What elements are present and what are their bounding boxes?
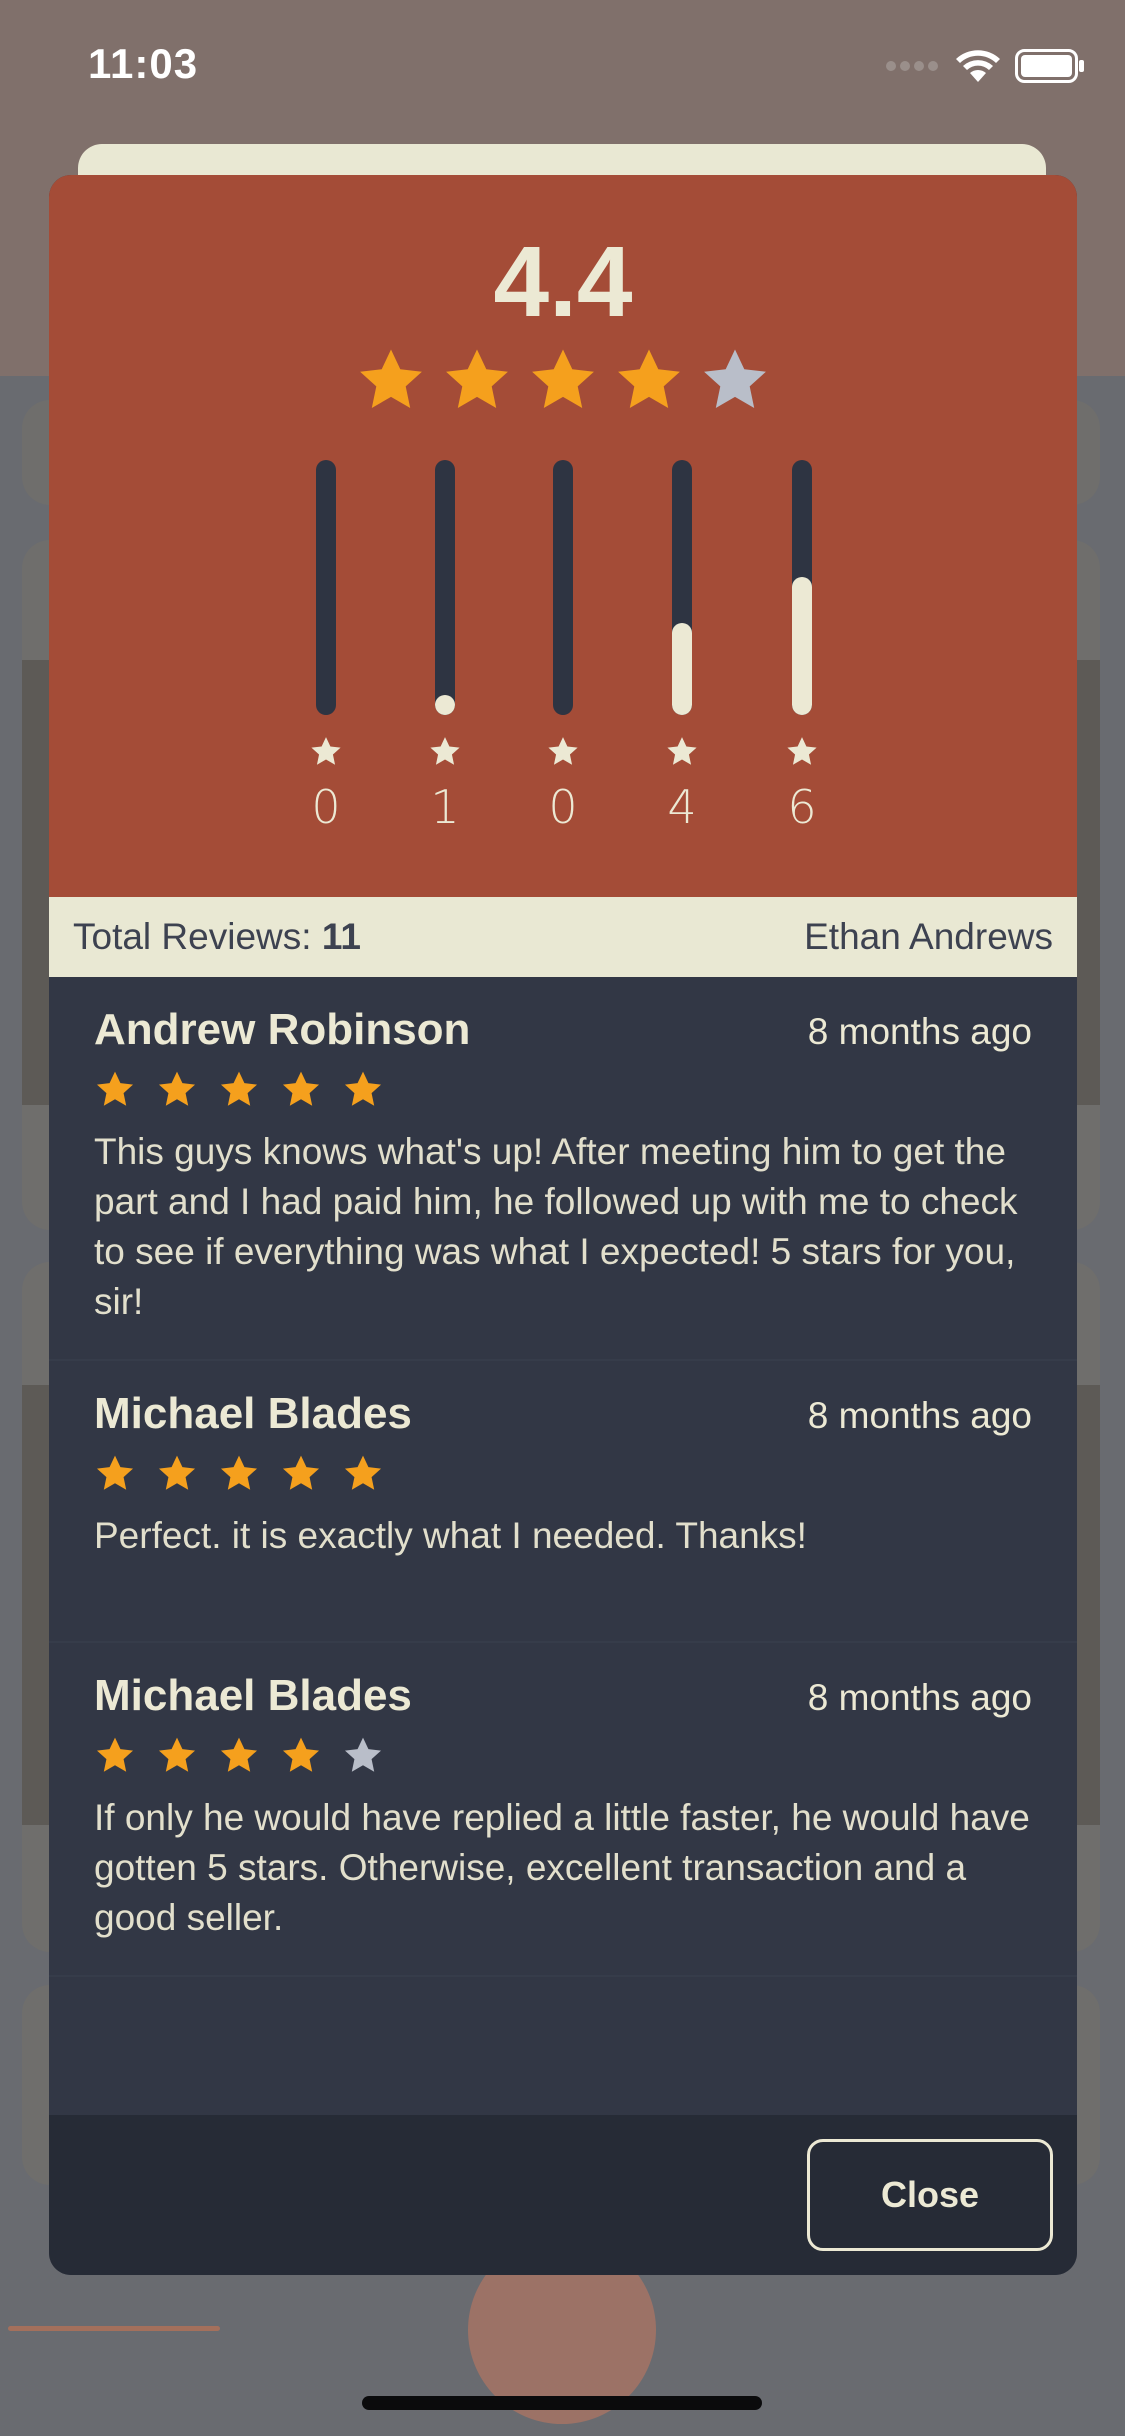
star-filled-icon xyxy=(282,1071,320,1106)
star-filled-icon xyxy=(220,1455,258,1490)
total-reviews-value: 11 xyxy=(321,916,361,957)
star-filled-icon xyxy=(532,349,594,408)
distribution-star xyxy=(546,735,580,773)
star-filled-icon xyxy=(282,1737,320,1772)
review-text: This guys knows what's up! After meeting… xyxy=(94,1131,1018,1322)
distribution-count: 0 xyxy=(311,780,341,834)
star-empty-icon xyxy=(344,1737,382,1772)
review-stars xyxy=(94,1069,1032,1111)
distribution-star xyxy=(665,735,699,773)
review-stars xyxy=(94,1735,1032,1777)
star-filled-icon xyxy=(446,349,508,408)
star-filled-icon xyxy=(96,1737,134,1772)
battery-icon xyxy=(1015,49,1084,83)
reviewer-name: Michael Blades xyxy=(94,1389,412,1438)
review-item: Michael Blades 8 months ago Perfect. it is… xyxy=(49,1361,1077,1643)
star-filled-icon xyxy=(360,349,422,408)
close-button[interactable]: Close xyxy=(807,2139,1053,2251)
background-tab-indicator xyxy=(8,2326,220,2331)
star-filled-icon xyxy=(96,1455,134,1490)
reviewer-name: Andrew Robinson xyxy=(94,1005,471,1054)
total-reviews: Total Reviews: 11 xyxy=(73,916,361,958)
distribution-count: 4 xyxy=(667,780,697,834)
review-list[interactable]: Andrew Robinson 8 months ago This guys kno… xyxy=(49,977,1077,2115)
average-stars xyxy=(49,345,1077,417)
star-filled-icon xyxy=(344,1071,382,1106)
star-filled-icon xyxy=(618,349,680,408)
review-time: 8 months ago xyxy=(807,1011,1032,1052)
seller-name: Ethan Andrews xyxy=(804,916,1053,957)
star-filled-icon xyxy=(220,1737,258,1772)
distribution-fill xyxy=(672,623,692,715)
star-filled-icon xyxy=(158,1455,196,1490)
review-item: Andrew Robinson 8 months ago This guys kno… xyxy=(49,977,1077,1361)
distribution-star xyxy=(309,735,343,773)
review-header: Michael Blades 8 months ago xyxy=(94,1389,1032,1439)
status-icons xyxy=(885,48,1085,84)
modal-footer: Close xyxy=(49,2115,1077,2275)
star-icon xyxy=(787,737,817,765)
review-stars xyxy=(94,1453,1032,1495)
review-header: Michael Blades 8 months ago xyxy=(94,1671,1032,1721)
cellular-signal-icon xyxy=(886,61,938,71)
star-filled-icon xyxy=(158,1737,196,1772)
distribution-fill xyxy=(792,577,812,715)
reviews-modal: 4.4 0 1 0 4 6 Total Reviews: 11 Ethan Andrew… xyxy=(49,175,1077,2275)
distribution-track xyxy=(792,460,812,715)
star-filled-icon xyxy=(282,1455,320,1490)
distribution-count: 0 xyxy=(548,780,578,834)
review-text: If only he would have replied a little f… xyxy=(94,1797,1030,1938)
star-filled-icon xyxy=(344,1455,382,1490)
star-filled-icon xyxy=(96,1071,134,1106)
distribution-track xyxy=(316,460,336,715)
distribution-star xyxy=(428,735,462,773)
review-item: Michael Blades 8 months ago If only he wou… xyxy=(49,1643,1077,1977)
star-icon xyxy=(311,737,341,765)
review-time: 8 months ago xyxy=(807,1677,1032,1718)
info-bar: Total Reviews: 11 Ethan Andrews xyxy=(49,897,1077,977)
total-reviews-label: Total Reviews: xyxy=(73,916,312,957)
home-indicator xyxy=(362,2396,762,2410)
distribution-track xyxy=(553,460,573,715)
distribution-track xyxy=(672,460,692,715)
distribution-fill xyxy=(435,695,455,715)
status-time: 11:03 xyxy=(88,40,199,87)
distribution-track xyxy=(435,460,455,715)
star-icon xyxy=(667,737,697,765)
reviewer-name: Michael Blades xyxy=(94,1671,412,1720)
distribution-count: 1 xyxy=(430,780,460,834)
average-rating: 4.4 xyxy=(493,226,633,338)
review-header: Andrew Robinson 8 months ago xyxy=(94,1005,1032,1055)
star-empty-icon xyxy=(704,349,766,408)
wifi-icon xyxy=(956,50,1000,82)
rating-summary: 4.4 0 1 0 4 6 xyxy=(49,175,1077,897)
star-icon xyxy=(430,737,460,765)
star-filled-icon xyxy=(220,1071,258,1106)
review-text: Perfect. it is exactly what I needed. Th… xyxy=(94,1515,807,1556)
distribution-count: 6 xyxy=(787,780,817,834)
star-icon xyxy=(548,737,578,765)
star-filled-icon xyxy=(158,1071,196,1106)
review-time: 8 months ago xyxy=(807,1395,1032,1436)
distribution-star xyxy=(785,735,819,773)
